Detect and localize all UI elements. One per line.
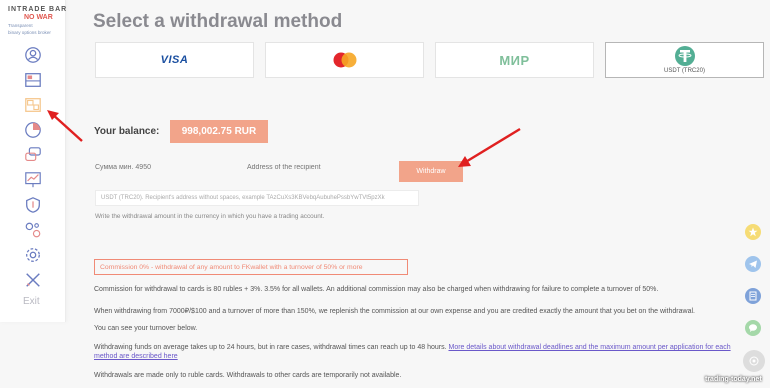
sidebar-item-finance[interactable] [23,95,43,115]
visa-logo: VISA [160,54,189,66]
sidebar: INTRADE BAR NO WAR Transparent binary op… [0,0,66,322]
sidebar-item-history[interactable] [23,120,43,140]
method-card-mastercard[interactable] [265,42,424,78]
security-icon [26,197,40,213]
tether-logo [674,46,695,66]
sidebar-item-chat[interactable] [23,145,43,165]
usdt-label: USDT (TRC20) [664,68,705,74]
dashboard-icon [25,73,41,87]
info-timing-text: Withdrawing funds on average takes up to… [94,344,447,351]
brand-name: INTRADE BAR [8,6,68,13]
amount-input[interactable] [95,161,215,173]
gear-icon [26,248,40,262]
method-card-usdt[interactable]: USDT (TRC20) [605,42,764,78]
finance-icon [25,98,41,112]
sidebar-item-security[interactable] [23,195,43,215]
brand-logo[interactable]: INTRADE BAR NO WAR Transparent binary op… [8,6,68,36]
live-chat-button[interactable] [745,320,761,336]
chat-icon [25,147,41,161]
favorites-button[interactable] [745,224,761,240]
document-icon [749,291,757,301]
documents-button[interactable] [745,288,761,304]
balance-value: 998,002.75 RUR [170,120,268,143]
exit-link[interactable]: Exit [23,296,40,307]
info-refund-text: When withdrawing from 7000₽/$100 and a t… [94,308,695,315]
sidebar-item-profile[interactable] [23,45,43,65]
telegram-icon [749,260,757,268]
support-icon [749,356,759,366]
star-icon [748,227,758,237]
page-title: Select a withdrawal method [93,11,343,32]
info-timing-paragraph: Withdrawing funds on average takes up to… [94,343,744,361]
brand-tagline-1: Transparent [8,23,33,28]
sidebar-item-settings[interactable] [23,245,43,265]
settings-tools-icon [25,222,41,238]
recipient-address-input[interactable] [247,161,377,173]
annotation-arrow-withdraw [458,127,521,167]
watermark: trading-today.net [705,376,762,383]
amount-hint: Write the withdrawal amount in the curre… [95,213,325,220]
info-commission-text: Commission for withdrawal to cards is 80… [94,286,659,293]
address-hint-box: USDT (TRC20). Recipient's address withou… [95,190,419,206]
method-card-visa[interactable]: VISA [95,42,254,78]
brand-nowar: NO WAR [24,14,53,21]
mir-logo: МИР [499,52,530,68]
trade-swords-icon [26,273,40,287]
telegram-button[interactable] [745,256,761,272]
chat-bubble-icon [749,324,757,332]
info-ruble-cards-text: Withdrawals are made only to ruble cards… [94,372,402,379]
balance-label: Your balance: [94,126,160,137]
info-turnover-text: You can see your turnover below. [94,325,198,332]
annotation-arrow-sidebar [47,110,83,142]
analytics-icon [25,172,41,188]
sidebar-item-trade[interactable] [23,270,43,290]
support-button[interactable] [743,350,765,372]
sidebar-item-dashboard[interactable] [23,70,43,90]
mastercard-logo [333,52,356,68]
sidebar-item-analytics[interactable] [23,170,43,190]
commission-note: Commission 0% - withdrawal of any amount… [94,259,408,275]
sidebar-item-tools[interactable] [23,220,43,240]
user-icon [25,47,41,63]
brand-tagline-2: binary options broker [8,30,51,35]
history-icon [25,122,41,138]
method-card-mir[interactable]: МИР [435,42,594,78]
